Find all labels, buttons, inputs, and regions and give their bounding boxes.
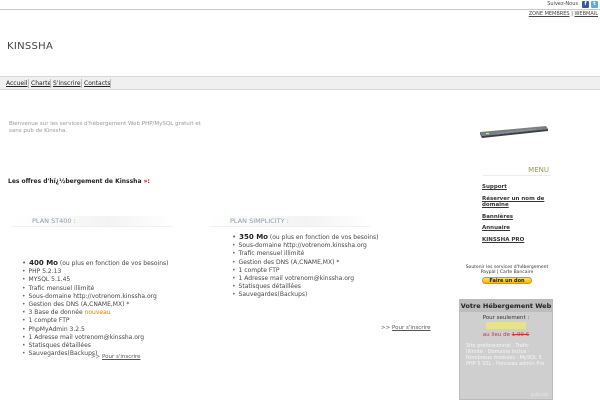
site-header: KINSSHA xyxy=(0,18,600,76)
plan-simplicity-features: 350 Mo (ou plus en fonction de vos besoi… xyxy=(232,233,379,300)
list-item: Sous-domaine http://votrenom.kinssha.org xyxy=(22,293,169,301)
list-item: 1 Adresse mail votrenom@kinssha.org xyxy=(232,275,379,283)
list-item: Statisques détaillées xyxy=(22,342,169,350)
webmail-link[interactable]: WEBMAIL xyxy=(574,11,598,17)
twitter-icon[interactable]: t xyxy=(591,1,598,8)
list-item: Gestion des DNS (A,CNAME,MX) * xyxy=(22,301,169,309)
menu-item-annuaire[interactable]: Annuaire xyxy=(482,225,552,232)
list-item: Sous-domaine http://votrenom.kinssha.org xyxy=(232,242,379,250)
menu-item-bannieres[interactable]: Bannières xyxy=(482,214,552,221)
ad-features: Site professionnel · Trafic Illimité · D… xyxy=(466,343,545,367)
list-item: 3 Base de donnée nouveau xyxy=(22,309,169,317)
ad-price xyxy=(486,322,526,329)
list-item: 1 Adresse mail votrenom@kinssha.org xyxy=(22,334,169,342)
plan-simplicity-signup: >> Pour s'inscrire xyxy=(381,325,431,331)
list-item: 1 compte FTP xyxy=(22,317,169,325)
member-links: ZONE MEMBRES | WEBMAIL xyxy=(529,11,598,17)
nav-sinscrire[interactable]: S'inscrire xyxy=(53,80,81,87)
menu-title: MENU xyxy=(483,166,551,176)
list-item: PhpMyAdmin 3.2.5 xyxy=(22,326,169,334)
server-icon xyxy=(480,126,548,138)
plan-st400-heading: PLAN ST400 : xyxy=(12,216,172,227)
list-item: Trafic mensuel illimité xyxy=(232,250,379,258)
nav-accueil[interactable]: Accueil xyxy=(6,80,27,87)
ad-body: Pour seulement : au lieu de 1.99 € Site … xyxy=(460,312,552,367)
welcome-text: Bienvenue sur les services d'hébergement… xyxy=(9,121,201,134)
ad-title: Votre Hébergement Web xyxy=(460,300,552,312)
ad-footer: publicité xyxy=(530,392,548,397)
sidebar-menu: Support Réserver un nom de domaine Banni… xyxy=(482,184,552,248)
list-item: Trafic mensuel illimité xyxy=(22,285,169,293)
menu-item-domain[interactable]: Réserver un nom de domaine xyxy=(482,196,552,209)
list-item: PHP 5.2.13 xyxy=(22,268,169,276)
top-bar: Suivez-Nous f t xyxy=(0,0,600,10)
plan-st400-features: 400 Mo (ou plus en fonction de vos besoi… xyxy=(22,259,169,358)
list-item: 1 compte FTP xyxy=(232,267,379,275)
offers-title-text: Les offres d'hï¿½bergement de Kinssha xyxy=(8,178,144,185)
list-item: Statisques détaillées xyxy=(232,283,379,291)
signup-link[interactable]: Pour s'inscrire xyxy=(392,325,431,331)
menu-item-kinssha-pro[interactable]: KINSSHA PRO xyxy=(482,237,552,244)
link-separator: | xyxy=(571,11,573,17)
offers-title: Les offres d'hï¿½bergement de Kinssha »: xyxy=(8,178,150,185)
menu-item-support[interactable]: Support xyxy=(482,184,552,191)
list-item: 350 Mo (ou plus en fonction de vos besoi… xyxy=(232,233,378,242)
main-nav: Accueil Charte S'inscrire Contacts xyxy=(0,76,600,90)
nav-divider xyxy=(81,79,82,88)
zone-membres-link[interactable]: ZONE MEMBRES xyxy=(529,11,570,17)
ad-old-price: au lieu de 1.99 € xyxy=(482,332,530,338)
nav-divider xyxy=(28,79,29,88)
nav-divider xyxy=(50,79,51,88)
new-badge: nouveau xyxy=(82,309,111,317)
list-item: MYSQL 5.1.45 xyxy=(22,276,169,284)
facebook-icon[interactable]: f xyxy=(582,1,589,8)
nav-charte[interactable]: Charte xyxy=(31,80,51,87)
donate-button[interactable]: Faire un don xyxy=(482,277,532,284)
site-title[interactable]: KINSSHA xyxy=(7,41,53,52)
donate-box: Soutenir les services d'hébergement Payp… xyxy=(460,265,554,284)
nav-contacts[interactable]: Contacts xyxy=(84,80,110,87)
plan-st400-signup: >> Pour s'inscrire xyxy=(91,354,141,360)
hosting-ad[interactable]: Votre Hébergement Web Pour seulement : a… xyxy=(459,299,553,400)
list-item: Sauvegardes(Backups) xyxy=(232,291,379,299)
nav-divider xyxy=(110,79,111,88)
list-item: Gestion des DNS (A,CNAME,MX) * xyxy=(232,259,379,267)
follow-label: Suivez-Nous xyxy=(547,1,578,7)
list-item: 400 Mo (ou plus en fonction de vos besoi… xyxy=(22,259,168,268)
signup-link[interactable]: Pour s'inscrire xyxy=(102,354,141,360)
ad-line: Pour seulement : xyxy=(482,315,530,321)
plan-simplicity-heading: PLAN SIMPLICITY : xyxy=(210,216,370,227)
donate-text: Soutenir les services d'hébergement Payp… xyxy=(465,265,549,275)
arrow-icon: »: xyxy=(143,178,150,185)
